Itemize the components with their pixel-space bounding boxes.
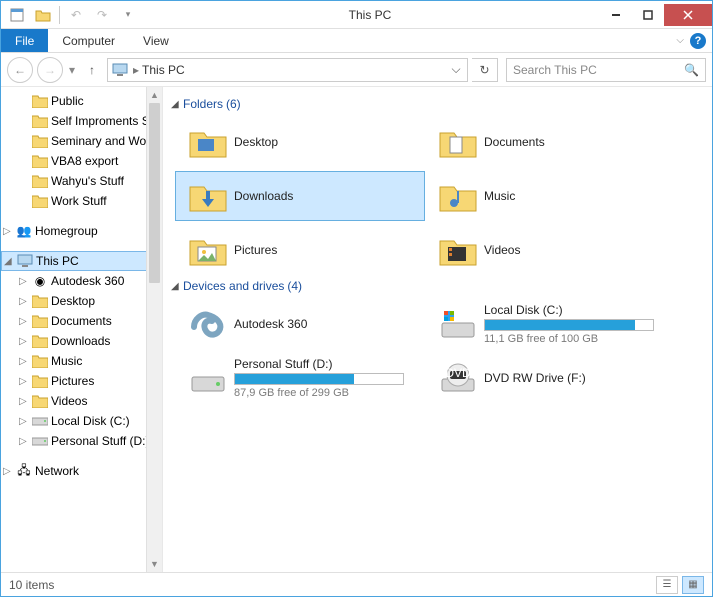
redo-icon[interactable]: ↷ bbox=[90, 4, 114, 26]
window-controls bbox=[600, 4, 712, 26]
folder-documents[interactable]: Documents bbox=[425, 117, 675, 167]
capacity-bar bbox=[234, 373, 404, 385]
drive-icon bbox=[432, 302, 484, 346]
sidebar-item-public[interactable]: Public bbox=[1, 91, 162, 111]
title-bar: ↶ ↷ ▾ This PC bbox=[1, 1, 712, 29]
sidebar-item-autodesk[interactable]: ▷◉Autodesk 360 bbox=[1, 271, 162, 291]
history-dropdown-icon[interactable]: ▾ bbox=[67, 63, 77, 77]
drive-local-c[interactable]: Local Disk (C:) 11,1 GB free of 100 GB bbox=[425, 299, 675, 349]
breadcrumb-separator-icon[interactable]: ▸ bbox=[130, 63, 142, 77]
drive-dvd-f[interactable]: DVD DVD RW Drive (F:) bbox=[425, 353, 675, 403]
new-folder-icon[interactable] bbox=[31, 4, 55, 26]
address-dropdown-icon[interactable]: ⌵ bbox=[447, 62, 465, 77]
details-view-button[interactable]: ☰ bbox=[656, 576, 678, 594]
drive-icon bbox=[182, 356, 234, 400]
sidebar-item-music[interactable]: ▷Music bbox=[1, 351, 162, 371]
drive-autodesk[interactable]: Autodesk 360 bbox=[175, 299, 425, 349]
minimize-button[interactable] bbox=[600, 4, 632, 26]
navigation-pane: Public Self Improments S Seminary and Wo… bbox=[1, 87, 163, 572]
qat-dropdown-icon[interactable]: ▾ bbox=[116, 4, 140, 26]
sidebar-item-self-improvements[interactable]: Self Improments S bbox=[1, 111, 162, 131]
collapse-icon[interactable]: ◢ bbox=[171, 99, 183, 110]
tiles-view-button[interactable]: ▦ bbox=[682, 576, 704, 594]
this-pc-icon bbox=[110, 63, 130, 77]
sidebar-item-homegroup[interactable]: ▷👥Homegroup bbox=[1, 221, 162, 241]
quick-access-toolbar: ↶ ↷ ▾ bbox=[1, 4, 140, 26]
svg-text:DVD: DVD bbox=[445, 366, 471, 380]
drive-icon bbox=[31, 416, 49, 426]
capacity-bar bbox=[484, 319, 654, 331]
search-icon: 🔍 bbox=[684, 63, 699, 77]
sidebar-item-network[interactable]: ▷🖧Network bbox=[1, 461, 162, 481]
folder-icon bbox=[432, 174, 484, 218]
back-button[interactable]: ← bbox=[7, 57, 33, 83]
sidebar-item-seminary[interactable]: Seminary and Wo bbox=[1, 131, 162, 151]
sidebar-item-downloads[interactable]: ▷Downloads bbox=[1, 331, 162, 351]
folder-icon bbox=[182, 174, 234, 218]
sidebar-item-wahyus-stuff[interactable]: Wahyu's Stuff bbox=[1, 171, 162, 191]
folder-icon bbox=[182, 120, 234, 164]
autodesk-icon: ◉ bbox=[31, 274, 49, 288]
homegroup-icon: 👥 bbox=[15, 224, 33, 238]
refresh-button[interactable]: ↻ bbox=[472, 58, 498, 82]
dvd-drive-icon: DVD bbox=[432, 356, 484, 400]
collapse-icon[interactable]: ◢ bbox=[171, 281, 183, 292]
content-pane: ◢ Folders (6) Desktop Documents Download… bbox=[163, 87, 712, 572]
properties-icon[interactable] bbox=[5, 4, 29, 26]
folder-icon bbox=[432, 228, 484, 272]
ribbon-menu: File Computer View ⌵ ? bbox=[1, 29, 712, 53]
sidebar-item-work-stuff[interactable]: Work Stuff bbox=[1, 191, 162, 211]
breadcrumb[interactable]: This PC bbox=[142, 63, 185, 77]
sidebar-item-videos[interactable]: ▷Videos bbox=[1, 391, 162, 411]
up-button[interactable]: ↑ bbox=[81, 59, 103, 81]
sidebar-scrollbar[interactable]: ▲ ▼ bbox=[146, 87, 162, 572]
scroll-thumb[interactable] bbox=[149, 103, 160, 283]
scroll-down-icon[interactable]: ▼ bbox=[147, 556, 162, 572]
folder-videos[interactable]: Videos bbox=[425, 225, 675, 275]
tab-file[interactable]: File bbox=[1, 29, 48, 52]
ribbon-expand-icon[interactable]: ⌵ bbox=[676, 35, 684, 46]
help-icon[interactable]: ? bbox=[690, 33, 706, 49]
tab-computer[interactable]: Computer bbox=[48, 29, 129, 52]
autodesk-icon bbox=[182, 302, 234, 346]
tab-view[interactable]: View bbox=[129, 29, 183, 52]
folder-pictures[interactable]: Pictures bbox=[175, 225, 425, 275]
search-input[interactable]: Search This PC 🔍 bbox=[506, 58, 706, 82]
maximize-button[interactable] bbox=[632, 4, 664, 26]
search-placeholder: Search This PC bbox=[513, 63, 597, 77]
this-pc-icon bbox=[16, 254, 34, 268]
spacer bbox=[183, 29, 677, 52]
sidebar-item-local-disk-c[interactable]: ▷Local Disk (C:) bbox=[1, 411, 162, 431]
address-bar[interactable]: ▸ This PC ⌵ bbox=[107, 58, 468, 82]
window-title: This PC bbox=[140, 8, 600, 22]
close-button[interactable] bbox=[664, 4, 712, 26]
folder-icon bbox=[432, 120, 484, 164]
sidebar-item-vba8[interactable]: VBA8 export bbox=[1, 151, 162, 171]
sidebar-item-desktop[interactable]: ▷Desktop bbox=[1, 291, 162, 311]
forward-button[interactable]: → bbox=[37, 57, 63, 83]
status-bar: 10 items ☰ ▦ bbox=[1, 572, 712, 596]
sidebar-item-this-pc[interactable]: ◢This PC bbox=[1, 251, 162, 271]
separator bbox=[59, 6, 60, 24]
status-item-count: 10 items bbox=[9, 578, 54, 592]
folder-music[interactable]: Music bbox=[425, 171, 675, 221]
sidebar-item-personal-stuff-d[interactable]: ▷Personal Stuff (D:) bbox=[1, 431, 162, 451]
sidebar-item-pictures[interactable]: ▷Pictures bbox=[1, 371, 162, 391]
folder-desktop[interactable]: Desktop bbox=[175, 117, 425, 167]
network-icon: 🖧 bbox=[15, 461, 33, 481]
navigation-bar: ← → ▾ ↑ ▸ This PC ⌵ ↻ Search This PC 🔍 bbox=[1, 53, 712, 87]
sidebar-item-documents[interactable]: ▷Documents bbox=[1, 311, 162, 331]
drive-icon bbox=[31, 436, 49, 446]
group-folders-header[interactable]: ◢ Folders (6) bbox=[171, 97, 704, 111]
scroll-up-icon[interactable]: ▲ bbox=[147, 87, 162, 103]
folder-downloads[interactable]: Downloads bbox=[175, 171, 425, 221]
undo-icon[interactable]: ↶ bbox=[64, 4, 88, 26]
folder-icon bbox=[182, 228, 234, 272]
group-drives-header[interactable]: ◢ Devices and drives (4) bbox=[171, 279, 704, 293]
drive-personal-d[interactable]: Personal Stuff (D:) 87,9 GB free of 299 … bbox=[175, 353, 425, 403]
